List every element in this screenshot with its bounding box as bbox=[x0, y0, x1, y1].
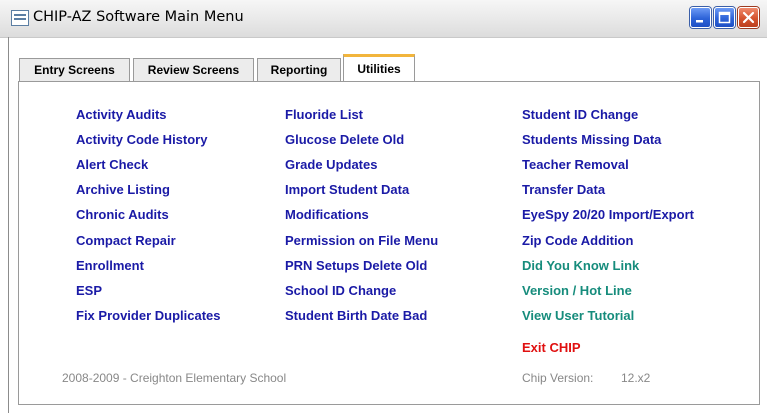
close-icon bbox=[742, 11, 755, 24]
maximize-button[interactable] bbox=[714, 7, 735, 28]
link-transfer-data[interactable]: Transfer Data bbox=[522, 182, 605, 197]
link-student-id-change[interactable]: Student ID Change bbox=[522, 107, 638, 122]
tab-review-screens[interactable]: Review Screens bbox=[133, 58, 254, 81]
version-label: Chip Version: bbox=[522, 371, 594, 385]
window-border bbox=[8, 37, 9, 413]
exit-chip-button[interactable]: Exit CHIP bbox=[522, 340, 581, 355]
school-year-label: 2008-2009 - Creighton Elementary School bbox=[62, 371, 287, 385]
link-version-hot-line[interactable]: Version / Hot Line bbox=[522, 283, 632, 298]
link-esp[interactable]: ESP bbox=[76, 283, 102, 298]
link-prn-setups-delete-old[interactable]: PRN Setups Delete Old bbox=[285, 258, 427, 273]
minimize-icon bbox=[696, 20, 703, 23]
tab-utilities[interactable]: Utilities bbox=[343, 54, 415, 82]
link-chronic-audits[interactable]: Chronic Audits bbox=[76, 207, 169, 222]
link-activity-audits[interactable]: Activity Audits bbox=[76, 107, 167, 122]
link-student-birth-date-bad[interactable]: Student Birth Date Bad bbox=[285, 308, 427, 323]
link-zip-code-addition[interactable]: Zip Code Addition bbox=[522, 233, 633, 248]
link-grade-updates[interactable]: Grade Updates bbox=[285, 157, 377, 172]
link-modifications[interactable]: Modifications bbox=[285, 207, 369, 222]
link-glucose-delete-old[interactable]: Glucose Delete Old bbox=[285, 132, 404, 147]
link-enrollment[interactable]: Enrollment bbox=[76, 258, 144, 273]
tab-entry-screens[interactable]: Entry Screens bbox=[19, 58, 130, 81]
link-teacher-removal[interactable]: Teacher Removal bbox=[522, 157, 629, 172]
tab-reporting[interactable]: Reporting bbox=[257, 58, 341, 81]
form-icon bbox=[11, 10, 29, 26]
window-title: CHIP-AZ Software Main Menu bbox=[33, 9, 244, 25]
link-fluoride-list[interactable]: Fluoride List bbox=[285, 107, 363, 122]
link-alert-check[interactable]: Alert Check bbox=[76, 157, 148, 172]
minimize-button[interactable] bbox=[690, 7, 711, 28]
link-import-student-data[interactable]: Import Student Data bbox=[285, 182, 409, 197]
link-students-missing-data[interactable]: Students Missing Data bbox=[522, 132, 661, 147]
link-eyespy-import-export[interactable]: EyeSpy 20/20 Import/Export bbox=[522, 207, 694, 222]
link-permission-on-file-menu[interactable]: Permission on File Menu bbox=[285, 233, 438, 248]
version-value: 12.x2 bbox=[621, 371, 651, 385]
link-view-user-tutorial[interactable]: View User Tutorial bbox=[522, 308, 634, 323]
title-bar[interactable]: CHIP-AZ Software Main Menu bbox=[0, 0, 767, 38]
link-compact-repair[interactable]: Compact Repair bbox=[76, 233, 176, 248]
link-school-id-change[interactable]: School ID Change bbox=[285, 283, 396, 298]
link-activity-code-history[interactable]: Activity Code History bbox=[76, 132, 207, 147]
link-archive-listing[interactable]: Archive Listing bbox=[76, 182, 170, 197]
main-menu-window: CHIP-AZ Software Main Menu Entry Screens… bbox=[0, 0, 767, 413]
close-button[interactable] bbox=[738, 7, 759, 28]
maximize-icon bbox=[718, 11, 731, 24]
link-did-you-know[interactable]: Did You Know Link bbox=[522, 258, 639, 273]
link-fix-provider-duplicates[interactable]: Fix Provider Duplicates bbox=[76, 308, 221, 323]
